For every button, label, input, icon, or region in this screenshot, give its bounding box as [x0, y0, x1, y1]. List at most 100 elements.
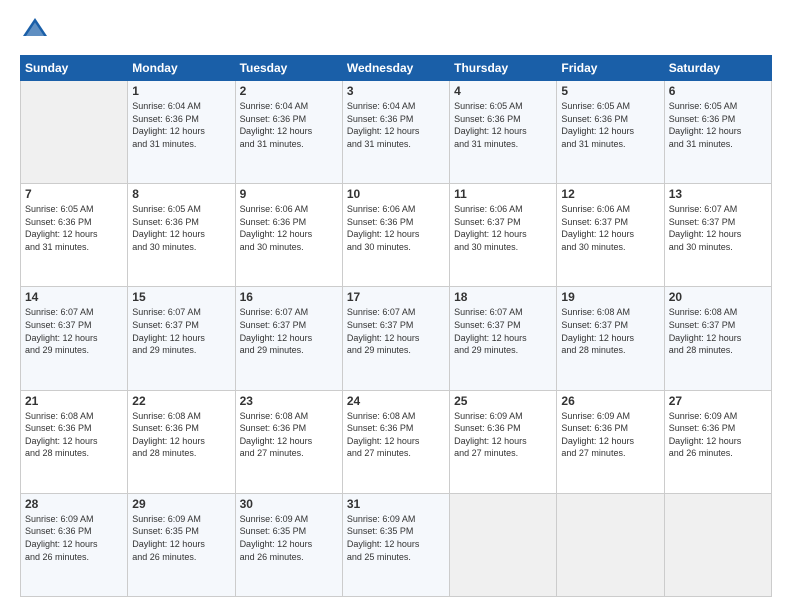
day-number: 22: [132, 394, 230, 408]
calendar-cell: 19 Sunrise: 6:08 AM Sunset: 6:37 PM Dayli…: [557, 287, 664, 390]
calendar-cell: 13 Sunrise: 6:07 AM Sunset: 6:37 PM Dayli…: [664, 184, 771, 287]
day-info: Sunrise: 6:05 AM Sunset: 6:36 PM Dayligh…: [454, 100, 552, 150]
day-info: Sunrise: 6:09 AM Sunset: 6:35 PM Dayligh…: [240, 513, 338, 563]
day-info: Sunrise: 6:09 AM Sunset: 6:36 PM Dayligh…: [561, 410, 659, 460]
day-number: 27: [669, 394, 767, 408]
calendar-cell: 29 Sunrise: 6:09 AM Sunset: 6:35 PM Dayli…: [128, 493, 235, 596]
day-number: 31: [347, 497, 445, 511]
day-info: Sunrise: 6:08 AM Sunset: 6:37 PM Dayligh…: [561, 306, 659, 356]
calendar-cell: 25 Sunrise: 6:09 AM Sunset: 6:36 PM Dayli…: [450, 390, 557, 493]
calendar-cell: 20Sunrise: 6:08 AM Sunset: 6:37 PM Dayli…: [664, 287, 771, 390]
day-info: Sunrise: 6:06 AM Sunset: 6:37 PM Dayligh…: [454, 203, 552, 253]
day-number: 11: [454, 187, 552, 201]
day-number: 2: [240, 84, 338, 98]
header: [20, 15, 772, 45]
day-info: Sunrise: 6:07 AM Sunset: 6:37 PM Dayligh…: [132, 306, 230, 356]
calendar-cell: 22 Sunrise: 6:08 AM Sunset: 6:36 PM Dayli…: [128, 390, 235, 493]
weekday-header-wednesday: Wednesday: [342, 56, 449, 81]
calendar-cell: 16 Sunrise: 6:07 AM Sunset: 6:37 PM Dayli…: [235, 287, 342, 390]
day-number: 13: [669, 187, 767, 201]
calendar-cell: 27 Sunrise: 6:09 AM Sunset: 6:36 PM Dayli…: [664, 390, 771, 493]
day-number: 25: [454, 394, 552, 408]
day-number: 10: [347, 187, 445, 201]
day-info: Sunrise: 6:08 AM Sunset: 6:36 PM Dayligh…: [25, 410, 123, 460]
logo: [20, 15, 54, 45]
day-number: 7: [25, 187, 123, 201]
calendar-cell: [21, 81, 128, 184]
day-info: Sunrise: 6:04 AM Sunset: 6:36 PM Dayligh…: [132, 100, 230, 150]
day-number: 24: [347, 394, 445, 408]
day-number: 12: [561, 187, 659, 201]
day-info: Sunrise: 6:09 AM Sunset: 6:36 PM Dayligh…: [454, 410, 552, 460]
calendar-cell: 7Sunrise: 6:05 AM Sunset: 6:36 PM Daylig…: [21, 184, 128, 287]
day-number: 21: [25, 394, 123, 408]
calendar-cell: 3 Sunrise: 6:04 AM Sunset: 6:36 PM Daylig…: [342, 81, 449, 184]
day-number: 19: [561, 290, 659, 304]
day-number: 29: [132, 497, 230, 511]
day-number: 1: [132, 84, 230, 98]
day-number: 16: [240, 290, 338, 304]
day-info: Sunrise: 6:07 AM Sunset: 6:37 PM Dayligh…: [669, 203, 767, 253]
day-number: 23: [240, 394, 338, 408]
day-number: 4: [454, 84, 552, 98]
day-number: 3: [347, 84, 445, 98]
weekday-header-thursday: Thursday: [450, 56, 557, 81]
day-info: Sunrise: 6:09 AM Sunset: 6:35 PM Dayligh…: [347, 513, 445, 563]
calendar-cell: 23 Sunrise: 6:08 AM Sunset: 6:36 PM Dayli…: [235, 390, 342, 493]
calendar-cell: 5Sunrise: 6:05 AM Sunset: 6:36 PM Daylig…: [557, 81, 664, 184]
week-row-1: 1 Sunrise: 6:04 AM Sunset: 6:36 PM Daylig…: [21, 81, 772, 184]
day-info: Sunrise: 6:04 AM Sunset: 6:36 PM Dayligh…: [240, 100, 338, 150]
day-info: Sunrise: 6:06 AM Sunset: 6:37 PM Dayligh…: [561, 203, 659, 253]
day-info: Sunrise: 6:04 AM Sunset: 6:36 PM Dayligh…: [347, 100, 445, 150]
page: SundayMondayTuesdayWednesdayThursdayFrid…: [0, 0, 792, 612]
day-info: Sunrise: 6:09 AM Sunset: 6:36 PM Dayligh…: [669, 410, 767, 460]
calendar-cell: 2 Sunrise: 6:04 AM Sunset: 6:36 PM Daylig…: [235, 81, 342, 184]
calendar-cell: 11 Sunrise: 6:06 AM Sunset: 6:37 PM Dayli…: [450, 184, 557, 287]
calendar-cell: 4 Sunrise: 6:05 AM Sunset: 6:36 PM Daylig…: [450, 81, 557, 184]
calendar-cell: 12 Sunrise: 6:06 AM Sunset: 6:37 PM Dayli…: [557, 184, 664, 287]
day-number: 8: [132, 187, 230, 201]
calendar-cell: 30 Sunrise: 6:09 AM Sunset: 6:35 PM Dayli…: [235, 493, 342, 596]
day-info: Sunrise: 6:07 AM Sunset: 6:37 PM Dayligh…: [25, 306, 123, 356]
calendar-cell: 1 Sunrise: 6:04 AM Sunset: 6:36 PM Daylig…: [128, 81, 235, 184]
week-row-2: 7 Sunrise: 6:05 AM Sunset: 6:36 PM Daylig…: [21, 184, 772, 287]
calendar-cell: 10Sunrise: 6:06 AM Sunset: 6:36 PM Dayli…: [342, 184, 449, 287]
calendar-cell: 6Sunrise: 6:05 AM Sunset: 6:36 PM Daylig…: [664, 81, 771, 184]
day-info: Sunrise: 6:09 AM Sunset: 6:35 PM Dayligh…: [132, 513, 230, 563]
calendar-cell: 15Sunrise: 6:07 AM Sunset: 6:37 PM Dayli…: [128, 287, 235, 390]
day-info: Sunrise: 6:08 AM Sunset: 6:36 PM Dayligh…: [347, 410, 445, 460]
calendar-cell: 14Sunrise: 6:07 AM Sunset: 6:37 PM Dayli…: [21, 287, 128, 390]
calendar-cell: 17Sunrise: 6:07 AM Sunset: 6:37 PM Dayli…: [342, 287, 449, 390]
calendar-cell: 28 Sunrise: 6:09 AM Sunset: 6:36 PM Dayli…: [21, 493, 128, 596]
calendar-cell: 8 Sunrise: 6:05 AM Sunset: 6:36 PM Daylig…: [128, 184, 235, 287]
day-info: Sunrise: 6:07 AM Sunset: 6:37 PM Dayligh…: [454, 306, 552, 356]
day-info: Sunrise: 6:08 AM Sunset: 6:36 PM Dayligh…: [240, 410, 338, 460]
day-info: Sunrise: 6:07 AM Sunset: 6:37 PM Dayligh…: [240, 306, 338, 356]
day-info: Sunrise: 6:09 AM Sunset: 6:36 PM Dayligh…: [25, 513, 123, 563]
calendar-cell: 18Sunrise: 6:07 AM Sunset: 6:37 PM Dayli…: [450, 287, 557, 390]
day-number: 30: [240, 497, 338, 511]
week-row-5: 28 Sunrise: 6:09 AM Sunset: 6:36 PM Dayli…: [21, 493, 772, 596]
calendar-cell: [450, 493, 557, 596]
day-number: 26: [561, 394, 659, 408]
day-info: Sunrise: 6:05 AM Sunset: 6:36 PM Dayligh…: [561, 100, 659, 150]
calendar-cell: [664, 493, 771, 596]
week-row-4: 21 Sunrise: 6:08 AM Sunset: 6:36 PM Dayli…: [21, 390, 772, 493]
day-number: 17: [347, 290, 445, 304]
logo-icon: [20, 15, 50, 45]
weekday-header-sunday: Sunday: [21, 56, 128, 81]
weekday-header-monday: Monday: [128, 56, 235, 81]
day-info: Sunrise: 6:06 AM Sunset: 6:36 PM Dayligh…: [240, 203, 338, 253]
day-number: 28: [25, 497, 123, 511]
calendar-cell: 26 Sunrise: 6:09 AM Sunset: 6:36 PM Dayli…: [557, 390, 664, 493]
weekday-header-friday: Friday: [557, 56, 664, 81]
calendar-cell: [557, 493, 664, 596]
day-info: Sunrise: 6:08 AM Sunset: 6:36 PM Dayligh…: [132, 410, 230, 460]
day-info: Sunrise: 6:05 AM Sunset: 6:36 PM Dayligh…: [132, 203, 230, 253]
calendar-cell: 21 Sunrise: 6:08 AM Sunset: 6:36 PM Dayli…: [21, 390, 128, 493]
day-info: Sunrise: 6:08 AM Sunset: 6:37 PM Dayligh…: [669, 306, 767, 356]
weekday-header-row: SundayMondayTuesdayWednesdayThursdayFrid…: [21, 56, 772, 81]
weekday-header-tuesday: Tuesday: [235, 56, 342, 81]
weekday-header-saturday: Saturday: [664, 56, 771, 81]
day-number: 9: [240, 187, 338, 201]
